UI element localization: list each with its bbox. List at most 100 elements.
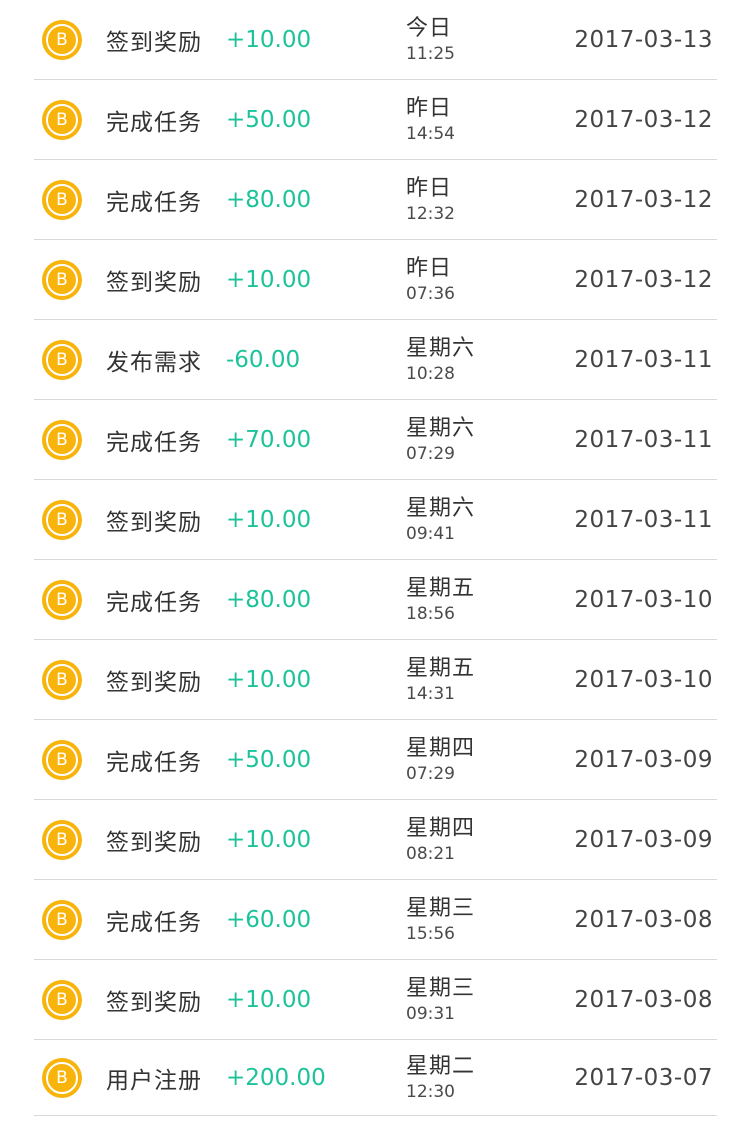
record-amount: +60.00: [226, 906, 312, 933]
record-day: 星期二: [406, 1053, 476, 1079]
record-day: 星期六: [406, 335, 476, 361]
record-time: 07:29: [406, 443, 455, 464]
coin-b-icon: B: [42, 819, 82, 860]
record-amount: +10.00: [226, 506, 312, 533]
record-row[interactable]: B 用户注册 +200.00 星期二 12:30 2017-03-07: [34, 1040, 717, 1116]
record-time-block: 星期六 10:28: [406, 335, 526, 385]
coin-b-icon: B: [42, 739, 82, 780]
record-date: 2017-03-12: [574, 266, 713, 293]
record-day: 星期五: [406, 575, 476, 601]
record-type: 完成任务: [106, 189, 202, 216]
record-amount: +10.00: [226, 826, 312, 853]
coin-b-icon: B: [42, 659, 82, 700]
record-date: 2017-03-09: [574, 746, 713, 773]
record-row[interactable]: B 完成任务 +80.00 星期五 18:56 2017-03-10: [34, 560, 717, 640]
record-row[interactable]: B 完成任务 +50.00 星期四 07:29 2017-03-09: [34, 720, 717, 800]
record-type: 签到奖励: [106, 509, 202, 536]
record-date: 2017-03-11: [574, 426, 713, 453]
record-date: 2017-03-10: [574, 666, 713, 693]
record-time-block: 星期五 18:56: [406, 575, 526, 625]
record-time: 11:25: [406, 43, 455, 64]
record-row[interactable]: B 签到奖励 +10.00 星期三 09:31 2017-03-08: [34, 960, 717, 1040]
record-type: 发布需求: [106, 349, 202, 376]
record-time-block: 星期四 08:21: [406, 815, 526, 865]
record-date: 2017-03-12: [574, 186, 713, 213]
record-type: 完成任务: [106, 749, 202, 776]
record-row[interactable]: B 签到奖励 +10.00 今日 11:25 2017-03-13: [34, 0, 717, 80]
record-row[interactable]: B 签到奖励 +10.00 昨日 07:36 2017-03-12: [34, 240, 717, 320]
record-row[interactable]: B 完成任务 +70.00 星期六 07:29 2017-03-11: [34, 400, 717, 480]
record-amount: +200.00: [226, 1064, 326, 1091]
record-date: 2017-03-07: [574, 1064, 713, 1091]
record-type: 签到奖励: [106, 29, 202, 56]
record-date: 2017-03-08: [574, 986, 713, 1013]
record-time-block: 星期三 09:31: [406, 975, 526, 1025]
record-time: 09:41: [406, 523, 455, 544]
record-day: 星期六: [406, 415, 476, 441]
record-row[interactable]: B 完成任务 +50.00 昨日 14:54 2017-03-12: [34, 80, 717, 160]
record-amount: +80.00: [226, 586, 312, 613]
record-type: 用户注册: [106, 1067, 202, 1094]
points-record-list: B 签到奖励 +10.00 今日 11:25 2017-03-13 B 完成任务…: [0, 0, 751, 1116]
record-time-block: 星期二 12:30: [406, 1053, 526, 1103]
record-day: 昨日: [406, 175, 453, 201]
coin-b-icon: B: [42, 419, 82, 460]
record-row[interactable]: B 完成任务 +60.00 星期三 15:56 2017-03-08: [34, 880, 717, 960]
record-day: 星期三: [406, 895, 476, 921]
record-date: 2017-03-08: [574, 906, 713, 933]
record-amount: +50.00: [226, 106, 312, 133]
record-type: 完成任务: [106, 589, 202, 616]
record-date: 2017-03-10: [574, 586, 713, 613]
coin-b-icon: B: [42, 259, 82, 300]
record-time: 09:31: [406, 1003, 455, 1024]
record-type: 完成任务: [106, 109, 202, 136]
record-amount: +10.00: [226, 266, 312, 293]
record-amount: +10.00: [226, 986, 312, 1013]
record-time: 10:28: [406, 363, 455, 384]
record-date: 2017-03-11: [574, 506, 713, 533]
record-time: 18:56: [406, 603, 455, 624]
record-amount: +10.00: [226, 666, 312, 693]
record-time-block: 星期四 07:29: [406, 735, 526, 785]
record-day: 星期四: [406, 735, 476, 761]
record-time: 14:31: [406, 683, 455, 704]
record-time: 14:54: [406, 123, 455, 144]
record-row[interactable]: B 签到奖励 +10.00 星期四 08:21 2017-03-09: [34, 800, 717, 880]
record-row[interactable]: B 签到奖励 +10.00 星期六 09:41 2017-03-11: [34, 480, 717, 560]
record-amount: +80.00: [226, 186, 312, 213]
coin-b-icon: B: [42, 899, 82, 940]
record-time-block: 昨日 12:32: [406, 175, 526, 225]
coin-b-icon: B: [42, 499, 82, 540]
record-time-block: 星期六 07:29: [406, 415, 526, 465]
record-day: 昨日: [406, 255, 453, 281]
coin-b-icon: B: [42, 339, 82, 380]
record-type: 完成任务: [106, 429, 202, 456]
record-type: 签到奖励: [106, 269, 202, 296]
coin-b-icon: B: [42, 979, 82, 1020]
record-date: 2017-03-11: [574, 346, 713, 373]
record-date: 2017-03-12: [574, 106, 713, 133]
record-time-block: 星期六 09:41: [406, 495, 526, 545]
record-time-block: 昨日 14:54: [406, 95, 526, 145]
record-type: 完成任务: [106, 909, 202, 936]
record-day: 今日: [406, 15, 453, 41]
record-time: 07:29: [406, 763, 455, 784]
record-time: 15:56: [406, 923, 455, 944]
record-time-block: 今日 11:25: [406, 15, 526, 65]
coin-b-icon: B: [42, 1057, 82, 1098]
record-time: 12:32: [406, 203, 455, 224]
record-day: 星期三: [406, 975, 476, 1001]
record-amount: -60.00: [226, 346, 301, 373]
record-row[interactable]: B 发布需求 -60.00 星期六 10:28 2017-03-11: [34, 320, 717, 400]
record-amount: +10.00: [226, 26, 312, 53]
record-time: 08:21: [406, 843, 455, 864]
record-row[interactable]: B 签到奖励 +10.00 星期五 14:31 2017-03-10: [34, 640, 717, 720]
coin-b-icon: B: [42, 179, 82, 220]
record-day: 星期五: [406, 655, 476, 681]
record-time: 07:36: [406, 283, 455, 304]
record-row[interactable]: B 完成任务 +80.00 昨日 12:32 2017-03-12: [34, 160, 717, 240]
coin-b-icon: B: [42, 579, 82, 620]
record-amount: +70.00: [226, 426, 312, 453]
record-day: 星期六: [406, 495, 476, 521]
record-amount: +50.00: [226, 746, 312, 773]
